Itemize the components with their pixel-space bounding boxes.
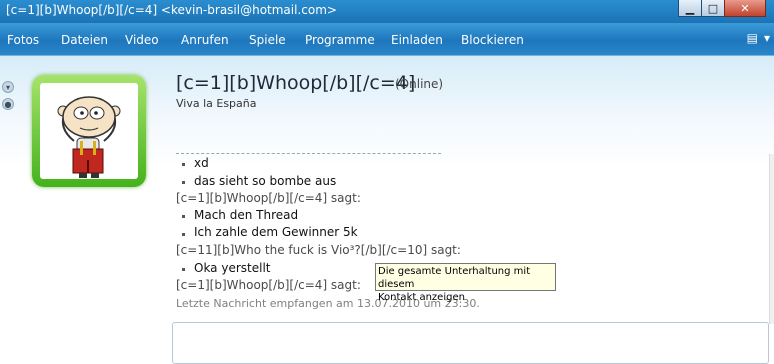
sender-line: [c=1][b]Whoop[/b][/c=4] sagt: — [176, 191, 361, 205]
menu-item-fotos[interactable]: Fotos — [7, 33, 39, 47]
webcam-icon[interactable]: ● — [2, 98, 14, 110]
message-text: xd — [194, 156, 209, 170]
options-menu-button[interactable]: ▤ ▾ — [747, 31, 770, 45]
menu-bar: Fotos Dateien Video Anrufen Spiele Progr… — [0, 23, 774, 56]
contact-name: [c=1][b]Whoop[/b][/c=4] — [176, 72, 416, 94]
tooltip-line-1: Die gesamte Unterhaltung mit diesem — [378, 266, 531, 290]
window-title: [c=1][b]Whoop[/b][/c=4] <kevin-brasil@ho… — [6, 3, 337, 17]
menu-item-spiele[interactable]: Spiele — [249, 33, 286, 47]
bullet-icon — [182, 163, 185, 166]
collapse-icon[interactable]: ▾ — [2, 81, 14, 93]
chevron-down-icon: ▾ — [763, 31, 770, 45]
sender-line: [c=11][b]Who the fuck is Vio³?[/b][/c=10… — [176, 243, 461, 257]
menu-item-einladen[interactable]: Einladen — [391, 33, 443, 47]
history-divider — [176, 153, 441, 154]
message-text: Mach den Thread — [194, 208, 299, 222]
options-icon: ▤ — [746, 31, 758, 45]
contact-avatar-frame[interactable] — [32, 75, 146, 187]
message-text: Oka yerstellt — [194, 261, 271, 275]
bullet-icon — [182, 181, 185, 184]
bullet-icon — [182, 233, 185, 236]
close-button[interactable]: ✕ — [724, 0, 766, 17]
cartoon-avatar-icon — [57, 96, 121, 178]
sender-line: [c=1][b]Whoop[/b][/c=4] sagt: — [176, 278, 361, 292]
bullet-icon — [182, 215, 185, 218]
menu-item-programme[interactable]: Programme — [305, 33, 375, 47]
minimize-icon: ▁ — [685, 1, 695, 15]
menu-item-video[interactable]: Video — [125, 33, 159, 47]
bullet-icon — [182, 268, 185, 271]
minimize-button[interactable]: ▁ — [678, 0, 702, 17]
menu-item-blockieren[interactable]: Blockieren — [461, 33, 524, 47]
tooltip-line-2: Kontakt anzeigen — [378, 292, 465, 303]
maximize-button[interactable]: □ — [701, 0, 725, 17]
menu-item-anrufen[interactable]: Anrufen — [181, 33, 229, 47]
window-controls: ▁ □ ✕ — [678, 0, 766, 17]
menu-item-dateien[interactable]: Dateien — [61, 33, 108, 47]
close-icon: ✕ — [740, 1, 750, 15]
avatar — [40, 83, 138, 179]
personal-message: Viva la España — [176, 97, 257, 110]
message-text: das sieht so bombe aus — [194, 174, 337, 188]
title-bar: [c=1][b]Whoop[/b][/c=4] <kevin-brasil@ho… — [0, 0, 774, 23]
contact-status: (Online) — [395, 77, 444, 91]
scrollbar[interactable] — [769, 154, 774, 324]
tooltip: Die gesamte Unterhaltung mit diesem Kont… — [375, 263, 556, 303]
maximize-icon: □ — [707, 1, 719, 15]
message-text: Ich zahle dem Gewinner 5k — [194, 225, 358, 239]
